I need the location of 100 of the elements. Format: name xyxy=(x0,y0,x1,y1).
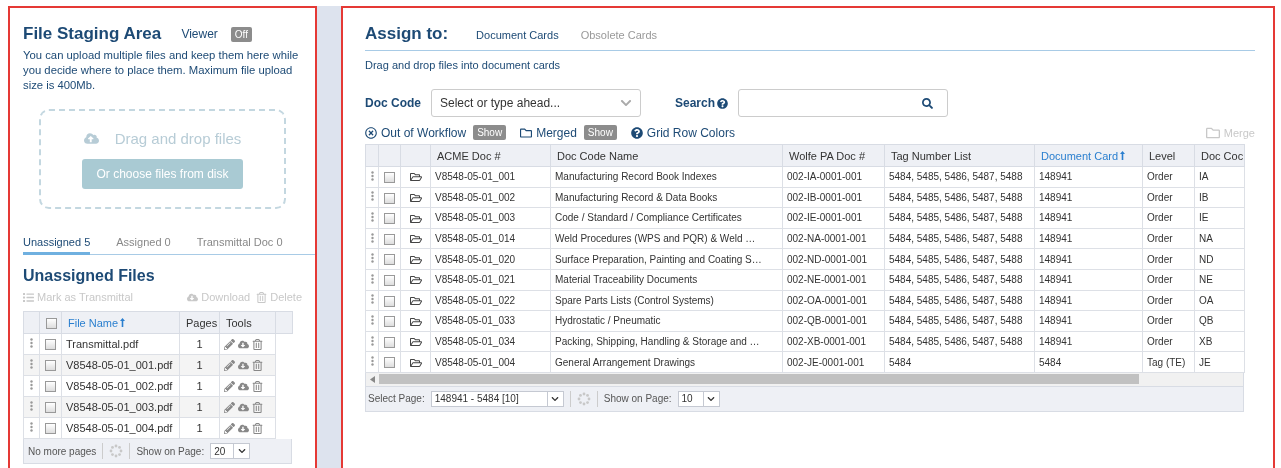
table-cell: 5484 xyxy=(889,356,912,368)
trash-icon[interactable] xyxy=(252,422,263,434)
refresh-icon[interactable] xyxy=(576,391,591,406)
page-size-select[interactable]: 10 xyxy=(677,390,720,407)
column-header[interactable]: Pages xyxy=(179,311,220,334)
cloud-download-icon[interactable] xyxy=(238,338,249,350)
checkbox[interactable] xyxy=(45,381,56,393)
drag-handle-icon[interactable] xyxy=(370,191,374,202)
page-size-select[interactable]: 20 xyxy=(210,443,251,459)
checkbox[interactable] xyxy=(384,316,395,328)
folder-icon[interactable] xyxy=(409,294,422,307)
table-cell: Order xyxy=(1147,171,1173,183)
checkbox[interactable] xyxy=(384,254,395,266)
column-header[interactable]: ACME Doc # xyxy=(430,144,551,167)
checkbox[interactable] xyxy=(384,336,395,348)
tab[interactable]: Unassigned 5 xyxy=(23,233,91,255)
search-field[interactable] xyxy=(738,89,949,117)
checkbox[interactable] xyxy=(384,192,395,204)
folder-icon[interactable] xyxy=(409,274,422,287)
drag-handle-icon[interactable] xyxy=(370,335,374,346)
cloud-download-icon[interactable] xyxy=(238,422,249,434)
checkbox[interactable] xyxy=(45,402,56,414)
drag-handle-icon[interactable] xyxy=(370,232,374,243)
trash-icon[interactable] xyxy=(252,359,263,371)
cloud-download-icon[interactable] xyxy=(238,380,249,392)
drag-handle-icon[interactable] xyxy=(30,401,33,411)
table-cell: NA xyxy=(1199,233,1213,245)
drag-handle-icon[interactable] xyxy=(30,380,33,390)
pencil-icon[interactable] xyxy=(224,422,235,434)
folder-icon[interactable] xyxy=(409,233,422,246)
drag-handle-icon[interactable] xyxy=(370,212,374,222)
drag-handle-icon[interactable] xyxy=(30,422,33,432)
table-cell: V8548-05-01_004 xyxy=(435,356,516,368)
cloud-download-icon[interactable] xyxy=(238,401,249,413)
trash-icon[interactable] xyxy=(252,338,263,350)
column-header[interactable]: File Name xyxy=(61,311,180,334)
folder-icon[interactable] xyxy=(409,171,422,184)
drag-handle-icon[interactable] xyxy=(370,294,374,305)
checkbox[interactable] xyxy=(45,423,56,435)
checkbox[interactable] xyxy=(46,317,57,329)
drag-handle-icon[interactable] xyxy=(370,356,374,367)
checkbox[interactable] xyxy=(384,357,395,369)
table-cell: 5484, 5485, 5486, 5487, 5488 xyxy=(889,336,1023,348)
table-cell: Order xyxy=(1147,315,1173,327)
checkbox[interactable] xyxy=(384,172,395,184)
checkbox[interactable] xyxy=(45,360,56,372)
table-cell: V8548-05-01_002 xyxy=(435,191,516,203)
pencil-icon[interactable] xyxy=(224,380,235,392)
column-header[interactable]: Document Card xyxy=(1034,144,1143,167)
table-cell: Order xyxy=(1147,233,1173,245)
drag-handle-icon[interactable] xyxy=(370,273,374,284)
cloud-download-icon[interactable] xyxy=(238,359,249,371)
drag-handle-icon[interactable] xyxy=(370,170,374,181)
folder-icon[interactable] xyxy=(409,212,422,225)
table-cell: XB xyxy=(1199,336,1213,348)
tab[interactable]: Transmittal Doc 0 xyxy=(196,233,283,255)
table-cell: 148941 xyxy=(1039,233,1073,245)
checkbox[interactable] xyxy=(384,213,395,225)
table-cell: 002-OA-0001-001 xyxy=(787,294,868,306)
scroll-left-icon[interactable] xyxy=(370,375,375,383)
drag-handle-icon[interactable] xyxy=(370,314,374,325)
checkbox[interactable] xyxy=(384,275,395,287)
checkbox[interactable] xyxy=(384,233,395,245)
column-header[interactable]: Wolfe PA Doc # xyxy=(782,144,885,167)
drag-handle-icon[interactable] xyxy=(370,253,374,264)
tab[interactable]: Assigned 0 xyxy=(116,233,171,255)
column-header[interactable]: Doc Coc xyxy=(1194,144,1245,167)
column-header[interactable]: Tag Number List xyxy=(884,144,1035,167)
pencil-icon[interactable] xyxy=(224,338,235,350)
folder-icon[interactable] xyxy=(409,253,422,266)
table-cell: 5484, 5485, 5486, 5487, 5488 xyxy=(889,253,1023,265)
table-cell: General Arrangement Drawings xyxy=(555,356,696,368)
column-header[interactable]: Level xyxy=(1142,144,1195,167)
help-icon[interactable] xyxy=(717,97,729,109)
table-cell: Hydrostatic / Pneumatic xyxy=(555,315,661,327)
table-cell: 148941 xyxy=(1039,315,1073,327)
column-header[interactable]: Tools xyxy=(219,311,276,334)
search-icon[interactable] xyxy=(922,97,934,109)
drag-handle-icon[interactable] xyxy=(30,338,33,348)
table-cell: IE xyxy=(1199,212,1209,224)
trash-icon[interactable] xyxy=(252,401,263,413)
pencil-icon[interactable] xyxy=(224,401,235,413)
checkbox[interactable] xyxy=(384,295,395,307)
checkbox[interactable] xyxy=(45,339,56,351)
tab[interactable]: Document Cards xyxy=(476,29,559,41)
folder-icon[interactable] xyxy=(409,356,422,369)
pencil-icon[interactable] xyxy=(224,359,235,371)
trash-icon[interactable] xyxy=(252,380,263,392)
page-select[interactable]: 148941 - 5484 [10] xyxy=(430,390,564,407)
section-title: Unassigned Files xyxy=(23,267,156,285)
table-cell: V8548-05-01_003 xyxy=(435,212,516,224)
doc-code-select[interactable]: Select or type ahead... xyxy=(431,89,641,117)
table-cell: 148941 xyxy=(1039,274,1073,286)
folder-icon[interactable] xyxy=(409,191,422,204)
column-header[interactable]: Doc Code Name xyxy=(550,144,783,167)
folder-icon[interactable] xyxy=(409,315,422,328)
table-cell: 5484, 5485, 5486, 5487, 5488 xyxy=(889,274,1023,286)
refresh-icon[interactable] xyxy=(109,444,124,458)
drag-handle-icon[interactable] xyxy=(30,359,33,369)
folder-icon[interactable] xyxy=(409,336,422,349)
